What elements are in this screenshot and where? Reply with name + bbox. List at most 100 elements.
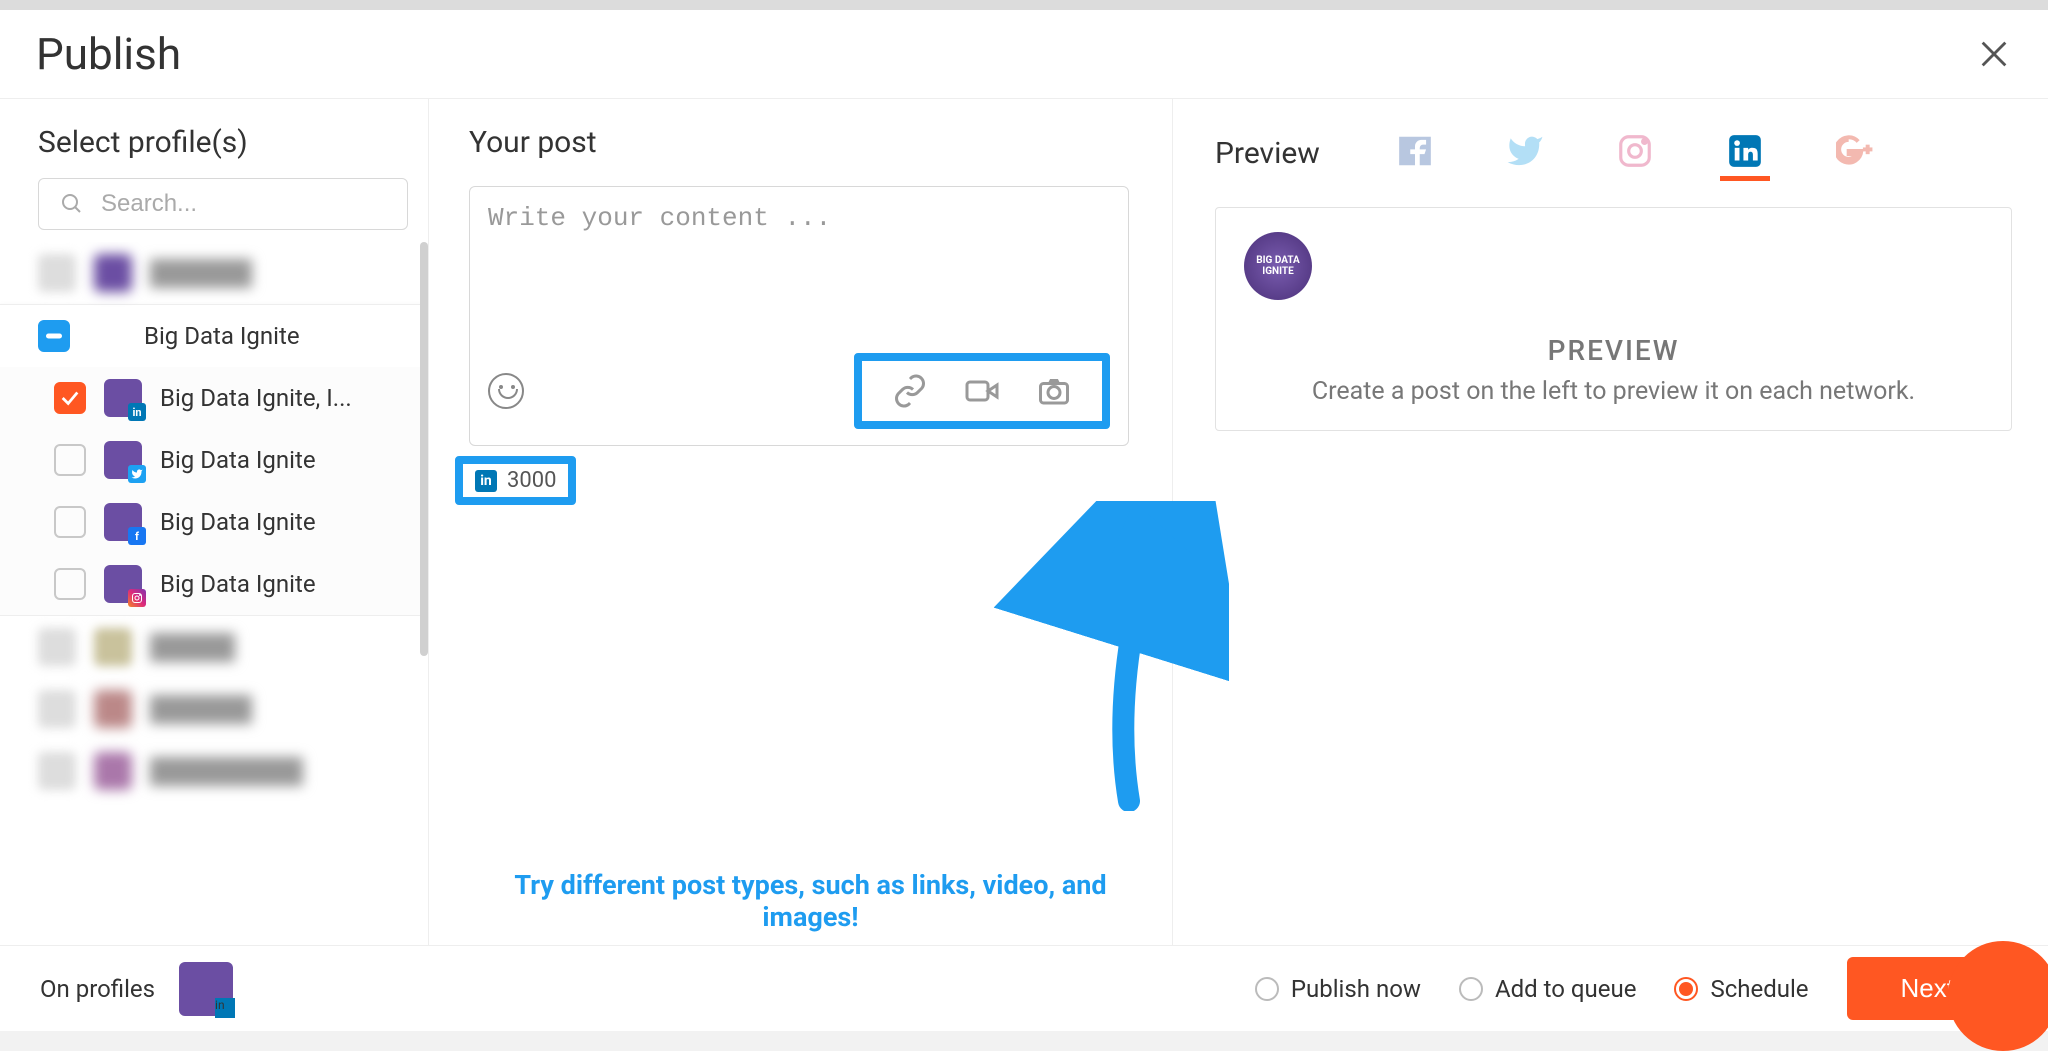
compose-textarea[interactable] <box>488 203 1110 323</box>
header: Publish <box>0 10 2048 99</box>
profile-thumb <box>104 441 142 479</box>
tab-googleplus[interactable] <box>1830 125 1880 181</box>
profile-thumb <box>94 752 132 790</box>
profile-label: Big Data Ignite <box>160 508 316 536</box>
linkedin-icon <box>1726 132 1764 170</box>
footer-right: Publish now Add to queue Schedule Next <box>1255 957 2008 1020</box>
avatar-text: BIG DATA IGNITE <box>1244 255 1312 277</box>
profile-label: ██████ <box>150 695 252 724</box>
profile-checkbox[interactable] <box>38 690 76 728</box>
char-counter: in 3000 <box>455 456 576 505</box>
profile-checkbox[interactable] <box>54 444 86 476</box>
search-input[interactable] <box>38 178 408 230</box>
preview-card-message: Create a post on the left to preview it … <box>1244 377 1983 406</box>
char-count-value: 3000 <box>507 468 556 493</box>
radio-input[interactable] <box>1459 977 1483 1001</box>
page-title: Publish <box>36 28 181 80</box>
profile-checkbox[interactable] <box>54 568 86 600</box>
profile-row[interactable]: f Big Data Ignite <box>0 491 428 553</box>
profile-label: █████ <box>150 633 235 662</box>
sidebar: Select profile(s) ██████ <box>0 99 429 945</box>
profile-label: █████████ <box>150 757 303 786</box>
facebook-icon: f <box>128 527 146 545</box>
googleplus-icon <box>1836 132 1874 170</box>
chat-launcher[interactable] <box>1948 941 2048 1051</box>
sidebar-header: Select profile(s) <box>0 99 428 242</box>
profile-label: Big Data Ignite <box>144 322 300 350</box>
annotation-tip-text: Try different post types, such as links,… <box>489 869 1132 933</box>
composer: Your post <box>429 99 1173 945</box>
footer: On profiles in Publish now Add to queue … <box>0 945 2048 1031</box>
profile-thumb: f <box>104 503 142 541</box>
instagram-icon <box>1616 132 1654 170</box>
twitter-icon <box>1506 132 1544 170</box>
linkedin-icon: in <box>128 403 146 421</box>
tab-twitter[interactable] <box>1500 125 1550 181</box>
radio-add-to-queue[interactable]: Add to queue <box>1459 975 1637 1003</box>
radio-input[interactable] <box>1255 977 1279 1001</box>
profile-row[interactable]: in Big Data Ignite, I... <box>0 367 428 429</box>
video-button[interactable] <box>964 373 1000 409</box>
profile-row[interactable]: █████ <box>0 616 428 678</box>
linkedin-icon: in <box>475 470 497 492</box>
profile-checkbox[interactable] <box>38 628 76 666</box>
preview-header: Preview <box>1215 125 2012 181</box>
preview-card: BIG DATA IGNITE PREVIEW Create a post on… <box>1215 207 2012 431</box>
profile-thumb <box>88 317 126 355</box>
profile-thumb <box>104 565 142 603</box>
sidebar-title: Select profile(s) <box>38 125 390 160</box>
camera-icon <box>1036 373 1072 409</box>
profile-checkbox[interactable] <box>38 752 76 790</box>
preview-panel: Preview BIG DATA IGNI <box>1173 99 2048 945</box>
radio-publish-now[interactable]: Publish now <box>1255 975 1421 1003</box>
emoji-button[interactable] <box>488 373 524 409</box>
preview-body: PREVIEW Create a post on the left to pre… <box>1244 334 1983 406</box>
compose-box <box>469 186 1129 446</box>
radio-schedule[interactable]: Schedule <box>1674 975 1808 1003</box>
profile-thumb <box>94 690 132 728</box>
search-icon <box>60 192 84 216</box>
selected-profile-thumb[interactable]: in <box>179 962 233 1016</box>
facebook-icon <box>1396 132 1434 170</box>
profile-checkbox[interactable] <box>54 506 86 538</box>
profile-row[interactable]: Big Data Ignite <box>0 305 428 367</box>
preview-card-title: PREVIEW <box>1244 334 1983 367</box>
media-buttons <box>854 353 1110 429</box>
profile-row[interactable]: ██████ <box>0 242 428 304</box>
profile-checkbox[interactable] <box>54 382 86 414</box>
tab-linkedin[interactable] <box>1720 125 1770 181</box>
preview-title: Preview <box>1215 136 1320 171</box>
profile-row[interactable]: █████████ <box>0 740 428 802</box>
image-button[interactable] <box>1036 373 1072 409</box>
on-profiles-label: On profiles <box>40 975 155 1003</box>
profile-thumb: in <box>104 379 142 417</box>
publish-window: Publish Select profile(s) ██████ <box>0 0 2048 1031</box>
profile-checkbox[interactable] <box>38 254 76 292</box>
body: Select profile(s) ██████ <box>0 99 2048 945</box>
close-icon <box>1977 37 2011 71</box>
tab-instagram[interactable] <box>1610 125 1660 181</box>
composer-title: Your post <box>469 125 1132 160</box>
linkedin-icon: in <box>215 998 235 1018</box>
tab-facebook[interactable] <box>1390 125 1440 181</box>
profile-row[interactable]: ██████ <box>0 678 428 740</box>
profiles-list[interactable]: ██████ Big Data Ignite <box>0 242 428 945</box>
profile-row[interactable]: Big Data Ignite <box>0 429 428 491</box>
video-icon <box>964 373 1000 409</box>
link-button[interactable] <box>892 373 928 409</box>
compose-toolbar <box>488 353 1110 429</box>
radio-label: Add to queue <box>1495 975 1637 1003</box>
instagram-icon <box>128 589 146 607</box>
profile-label: Big Data Ignite, I... <box>160 384 352 412</box>
profile-checkbox[interactable] <box>38 320 70 352</box>
profile-label: Big Data Ignite <box>160 446 316 474</box>
window-topbar <box>0 0 2048 10</box>
profile-thumb <box>94 254 132 292</box>
scroll-indicator[interactable] <box>420 242 428 656</box>
twitter-icon <box>128 465 146 483</box>
profile-row[interactable]: Big Data Ignite <box>0 553 428 615</box>
close-button[interactable] <box>1976 36 2012 72</box>
profile-group: Big Data Ignite in Big Data Ignite, I... <box>0 304 428 616</box>
radio-label: Schedule <box>1710 975 1808 1003</box>
radio-input[interactable] <box>1674 977 1698 1001</box>
